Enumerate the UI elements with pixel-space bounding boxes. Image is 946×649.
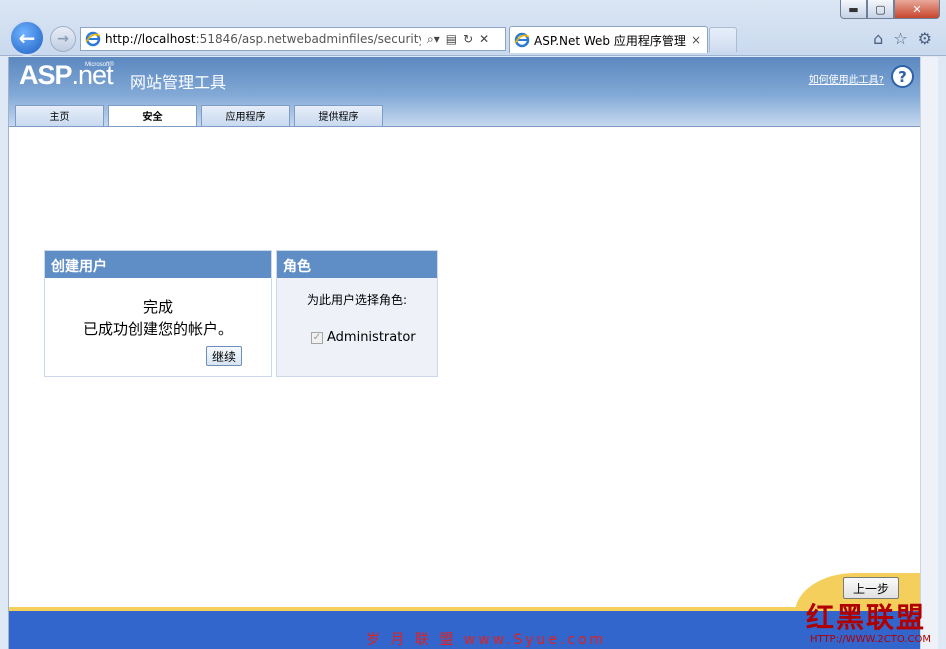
address-path: :51846/asp.netwebadminfiles/security/u bbox=[195, 32, 421, 46]
address-text[interactable]: http://localhost:51846/asp.netwebadminfi… bbox=[105, 32, 421, 46]
role-item: ✓ Administrator bbox=[311, 330, 416, 345]
compatibility-view-icon[interactable]: ▤ bbox=[446, 32, 457, 47]
roles-hint: 为此用户选择角色: bbox=[307, 293, 408, 307]
tab-security[interactable]: 安全 bbox=[108, 105, 197, 127]
tab-title: ASP.Net Web 应用程序管理 bbox=[534, 33, 686, 48]
watermark-corner-url: HTTP://WWW.2CTO.COM bbox=[810, 634, 931, 645]
forward-arrow-icon: → bbox=[57, 31, 69, 47]
create-user-header: 创建用户 bbox=[45, 251, 271, 278]
tab-close-icon[interactable]: × bbox=[691, 33, 701, 47]
maximize-button[interactable]: ▢ bbox=[867, 0, 894, 19]
completion-status: 完成 bbox=[142, 298, 173, 316]
forward-button[interactable]: → bbox=[50, 26, 76, 52]
ie-tab-icon bbox=[514, 32, 530, 48]
watermark-corner-logo: 红黑联盟 bbox=[806, 601, 927, 634]
roles-panel: 角色 为此用户选择角色: ✓ Administrator bbox=[276, 250, 438, 377]
back-arrow-icon: ← bbox=[18, 26, 36, 50]
refresh-icon[interactable]: ↻ bbox=[463, 32, 473, 47]
app-title: 网站管理工具 bbox=[130, 73, 227, 92]
browser-chrome: ▬ ▢ ✕ ← → http://localhost:51846/asp.net… bbox=[0, 0, 946, 56]
help-link[interactable]: 如何使用此工具? bbox=[809, 71, 884, 86]
address-bar[interactable]: http://localhost:51846/asp.netwebadminfi… bbox=[80, 27, 506, 51]
success-message: 已成功创建您的帐户。 bbox=[82, 320, 233, 338]
address-host: http://localhost bbox=[105, 32, 196, 46]
web-page: ASP.net Microsoft® 网站管理工具 如何使用此工具? ? 主页 … bbox=[8, 57, 920, 649]
ie-page-icon bbox=[85, 31, 101, 47]
tab-home[interactable]: 主页 bbox=[15, 105, 104, 126]
aspnet-logo: ASP.net Microsoft® bbox=[19, 60, 114, 90]
home-icon[interactable]: ⌂ bbox=[873, 29, 883, 48]
role-checkbox-administrator[interactable]: ✓ bbox=[311, 331, 323, 344]
browser-tab-active[interactable]: ASP.Net Web 应用程序管理 × bbox=[509, 26, 708, 53]
tab-application[interactable]: 应用程序 bbox=[201, 105, 290, 126]
create-user-panel: 创建用户 完成 已成功创建您的帐户。 继续 bbox=[44, 250, 272, 377]
close-window-button[interactable]: ✕ bbox=[894, 0, 940, 19]
new-tab-button[interactable] bbox=[709, 27, 737, 52]
back-button[interactable]: ← bbox=[9, 20, 45, 56]
minimize-button[interactable]: ▬ bbox=[840, 0, 867, 19]
tools-gear-icon[interactable]: ⚙ bbox=[918, 29, 932, 48]
stop-icon[interactable]: ✕ bbox=[479, 32, 489, 47]
tab-underline bbox=[9, 126, 920, 127]
continue-button[interactable]: 继续 bbox=[206, 346, 242, 366]
tab-providers[interactable]: 提供程序 bbox=[294, 105, 383, 126]
help-icon[interactable]: ? bbox=[891, 65, 914, 88]
header-banner: ASP.net Microsoft® 网站管理工具 如何使用此工具? ? 主页 … bbox=[9, 57, 920, 127]
window-controls: ▬ ▢ ✕ bbox=[840, 0, 940, 19]
favorites-star-icon[interactable]: ☆ bbox=[893, 29, 907, 48]
roles-header: 角色 bbox=[277, 251, 437, 278]
search-icon[interactable]: ⌕▾ bbox=[427, 32, 440, 47]
vertical-scrollbar[interactable] bbox=[920, 57, 938, 649]
role-label: Administrator bbox=[327, 330, 416, 345]
watermark-center: 岁 月 联 盟 www.Syue.com bbox=[366, 632, 607, 648]
